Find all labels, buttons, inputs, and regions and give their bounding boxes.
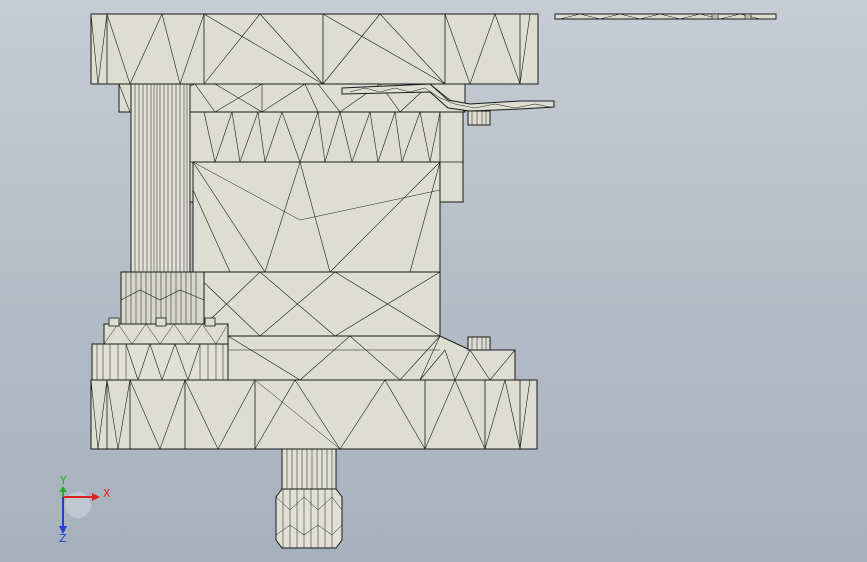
guide-bushing[interactable] xyxy=(120,271,205,325)
shank[interactable] xyxy=(275,448,343,549)
triad-x-arrow-icon xyxy=(92,493,100,501)
die-block[interactable] xyxy=(192,160,441,273)
triad-z-label: Z xyxy=(59,532,67,545)
coordinate-triad[interactable]: X Y Z xyxy=(59,474,111,545)
triad-x-label: X xyxy=(103,487,111,500)
graphics-viewport[interactable]: X Y Z xyxy=(0,0,867,562)
bushing-base[interactable] xyxy=(91,343,231,381)
screw-upper-right[interactable] xyxy=(467,110,491,126)
strip-material[interactable] xyxy=(554,13,777,20)
lower-die-shoe[interactable] xyxy=(90,378,538,450)
screw-lower-right[interactable] xyxy=(467,336,491,351)
upper-die-shoe[interactable] xyxy=(90,13,539,86)
guide-post[interactable] xyxy=(130,83,191,277)
die-assembly-model[interactable]: X Y Z xyxy=(0,0,867,562)
lower-die-plate[interactable] xyxy=(192,271,441,337)
triad-y-label: Y xyxy=(59,474,67,487)
